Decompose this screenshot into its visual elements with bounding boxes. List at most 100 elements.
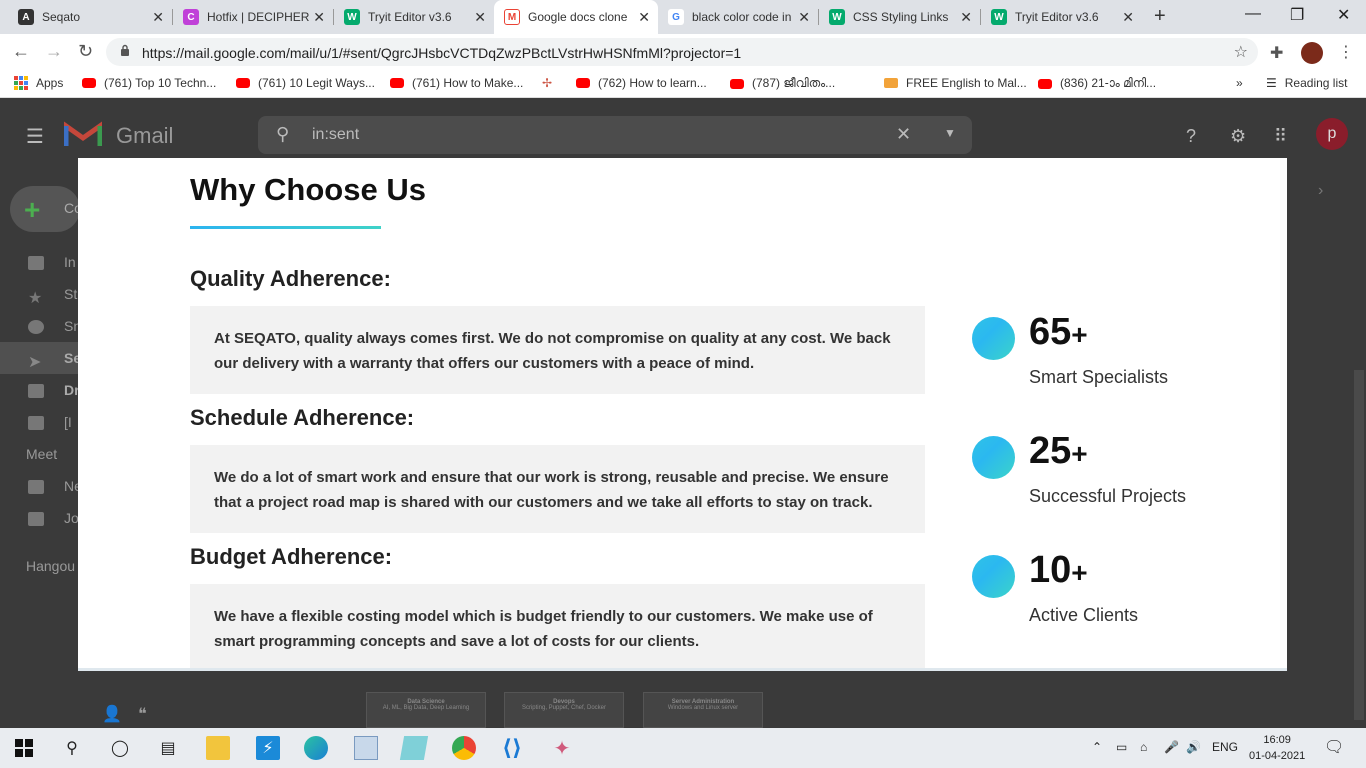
chrome-icon[interactable]	[452, 736, 476, 760]
google-apps-icon[interactable]: ⠿	[1274, 126, 1287, 147]
attachment-thumbnail[interactable]: Devops Scripting, Puppet, Chef, Docker	[504, 692, 624, 728]
minimize-icon[interactable]: —	[1245, 5, 1261, 23]
search-icon[interactable]: ⚲	[60, 736, 84, 760]
sidebar-item-starred[interactable]: St	[64, 286, 77, 302]
help-icon[interactable]: ?	[1186, 126, 1196, 147]
clear-search-icon[interactable]: ✕	[896, 124, 911, 145]
paint-icon[interactable]: ✦	[550, 736, 574, 760]
tab-decipher[interactable]: C Hotfix | DECIPHER ✕	[173, 0, 333, 34]
bookmark-item[interactable]: FREE English to Mal...	[884, 76, 1027, 90]
browser-menu-icon[interactable]: ⋮	[1338, 42, 1354, 62]
stat-dot-icon	[972, 436, 1015, 479]
bookmark-item[interactable]: (762) How to learn...	[576, 76, 707, 90]
chevron-right-icon[interactable]: ›	[1318, 182, 1323, 200]
gmail-logo-text: Gmail	[116, 123, 174, 148]
stat-value: 10	[1029, 549, 1072, 591]
close-icon[interactable]: ✕	[960, 9, 972, 26]
more-bookmarks-button[interactable]: »	[1236, 76, 1243, 90]
profile-avatar[interactable]	[1301, 42, 1323, 64]
tab-google-docs-clone[interactable]: M Google docs clone ✕	[494, 0, 658, 34]
reload-icon[interactable]: ↻	[78, 41, 93, 62]
back-icon[interactable]: ←	[12, 41, 30, 62]
powershell-icon[interactable]: ⚡	[256, 736, 280, 760]
close-icon[interactable]: ✕	[313, 9, 325, 26]
meet-join-meeting[interactable]: Jo	[64, 510, 79, 526]
youtube-icon	[390, 78, 404, 88]
search-query[interactable]: in:sent	[312, 126, 359, 144]
main-menu-icon[interactable]: ☰	[26, 124, 44, 149]
reading-list-button[interactable]: ☰ Reading list	[1266, 76, 1347, 90]
close-icon[interactable]: ✕	[798, 9, 810, 26]
bookmark-label: (836) 21-ാം മിനി...	[1060, 76, 1157, 90]
language-indicator[interactable]: ENG	[1212, 740, 1238, 754]
hangouts-icon[interactable]: ❝	[138, 704, 147, 724]
extensions-icon[interactable]: ✚	[1270, 43, 1283, 63]
bookmark-item[interactable]: (761) 10 Legit Ways...	[236, 76, 375, 90]
tab-css-styling-links[interactable]: W CSS Styling Links ✕	[819, 0, 980, 34]
tab-tryit-editor[interactable]: W Tryit Editor v3.6 ✕	[334, 0, 494, 34]
settings-gear-icon[interactable]: ⚙	[1230, 126, 1246, 147]
page-heading: Why Choose Us	[190, 172, 426, 207]
person-icon[interactable]: 👤	[102, 704, 122, 724]
search-icon[interactable]: ⚲	[276, 124, 289, 145]
clock-time: 16:09	[1263, 734, 1291, 746]
file-explorer-icon[interactable]	[206, 736, 230, 760]
edge-icon[interactable]	[304, 736, 328, 760]
bookmark-star-icon[interactable]: ☆	[1234, 42, 1248, 62]
omnibox[interactable]: https://mail.google.com/mail/u/1/#sent/Q…	[106, 38, 1258, 66]
search-options-icon[interactable]: ▼	[944, 126, 956, 140]
network-icon[interactable]: ⌂	[1140, 740, 1147, 754]
gmail-icon: M	[504, 9, 520, 25]
microphone-icon[interactable]: 🎤	[1164, 740, 1179, 754]
close-icon[interactable]: ✕	[474, 9, 486, 26]
stat-dot-icon	[972, 555, 1015, 598]
battery-icon[interactable]: ▭	[1116, 740, 1127, 754]
compose-button[interactable]: + Co	[10, 186, 82, 232]
tab-seqato[interactable]: A Seqato ✕	[8, 0, 172, 34]
close-icon[interactable]: ✕	[1122, 9, 1134, 26]
chevron-up-icon[interactable]: ⌃	[1092, 740, 1102, 754]
bookmark-apps[interactable]: Apps	[14, 76, 63, 90]
volume-icon[interactable]: 🔊	[1186, 740, 1201, 754]
forward-icon[interactable]: →	[45, 41, 63, 62]
notifications-icon[interactable]: 🗨	[1324, 737, 1344, 757]
scrollbar[interactable]	[1354, 370, 1364, 720]
stat-label: Active Clients	[1029, 605, 1139, 625]
tab-black-color-code[interactable]: G black color code in ✕	[658, 0, 818, 34]
new-tab-button[interactable]: +	[1154, 5, 1166, 28]
bookmark-item[interactable]: ✢	[542, 76, 564, 90]
tab-title: Tryit Editor v3.6	[1015, 10, 1099, 24]
mail-search-box[interactable]: ⚲ in:sent ✕ ▼	[258, 116, 972, 154]
send-icon: ➤	[28, 354, 42, 371]
account-avatar[interactable]: p	[1316, 118, 1348, 150]
google-icon: G	[668, 9, 684, 25]
system-clock[interactable]: 16:09 01-04-2021	[1249, 732, 1305, 764]
stat-projects: 25+ Successful Projects	[971, 430, 1271, 526]
task-view-icon[interactable]: ▤	[156, 736, 180, 760]
url-text[interactable]: https://mail.google.com/mail/u/1/#sent/Q…	[142, 45, 741, 61]
bookmark-item[interactable]: (787) ജീവിതം...	[730, 76, 835, 91]
notepad-icon[interactable]	[354, 736, 378, 760]
bookmark-item[interactable]: (761) How to Make...	[390, 76, 523, 90]
maximize-icon[interactable]: ❐	[1290, 5, 1304, 25]
vscode-icon[interactable]: ⟨⟩	[500, 735, 524, 760]
tab-tryit-editor-2[interactable]: W Tryit Editor v3.6 ✕	[981, 0, 1142, 34]
plus-icon: +	[24, 194, 41, 225]
sidebar-item-imap[interactable]: [I	[64, 414, 72, 430]
attachment-thumbnail[interactable]: Data Science AI, ML, Big Data, Deep Lear…	[366, 692, 486, 728]
attachment-thumbnail[interactable]: Server Administration Windows and Linux …	[643, 692, 763, 728]
section-title: Schedule Adherence:	[190, 405, 415, 430]
bookmark-item[interactable]: (836) 21-ാം മിനി...	[1038, 76, 1156, 91]
bookmark-item[interactable]: (761) Top 10 Techn...	[82, 76, 216, 90]
sidebar-item-inbox[interactable]: In	[64, 254, 76, 270]
reading-list-label: Reading list	[1284, 76, 1348, 90]
windows-start-icon[interactable]	[12, 736, 36, 760]
tab-title: black color code in	[692, 10, 792, 24]
window-close-icon[interactable]: ✕	[1337, 5, 1350, 25]
bookmark-label: (761) 10 Legit Ways...	[258, 76, 375, 90]
close-icon[interactable]: ✕	[638, 9, 650, 26]
close-icon[interactable]: ✕	[152, 9, 164, 26]
cortana-icon[interactable]: ◯	[108, 736, 132, 760]
section-box: We have a flexible costing model which i…	[190, 584, 925, 671]
app-icon[interactable]	[399, 736, 429, 760]
